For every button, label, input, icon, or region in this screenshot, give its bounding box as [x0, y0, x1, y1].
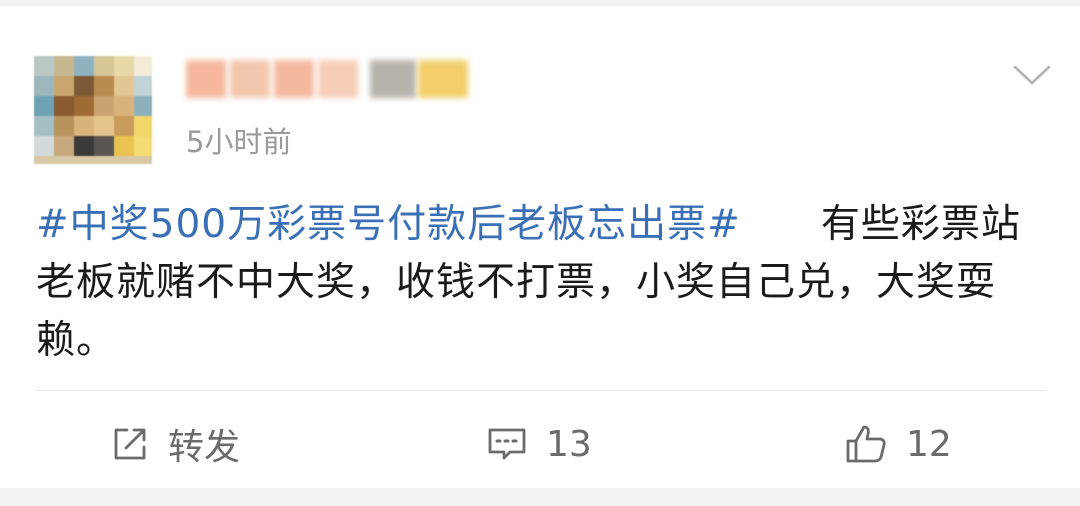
comment-button[interactable]: 13	[486, 418, 592, 470]
post-card: 5小时前 #中奖500万彩票号付款后老板忘出票# 有些彩票站老板就赌不中大奖，收…	[0, 6, 1080, 488]
divider	[36, 390, 1046, 391]
thumbs-up-icon	[846, 425, 886, 463]
comment-icon	[488, 428, 526, 460]
hashtag-link[interactable]: #中奖500万彩票号付款后老板忘出票#	[36, 202, 741, 247]
post-content: #中奖500万彩票号付款后老板忘出票# 有些彩票站老板就赌不中大奖，收钱不打票，…	[36, 196, 1026, 370]
post-time: 5小时前	[186, 125, 292, 159]
like-button[interactable]: 12	[844, 418, 952, 470]
repost-button[interactable]: 转发	[110, 418, 240, 470]
content-gap	[741, 202, 821, 247]
repost-label: 转发	[168, 427, 241, 468]
avatar[interactable]	[34, 56, 152, 164]
chevron-down-icon[interactable]	[1012, 62, 1052, 88]
comment-count: 13	[546, 423, 592, 465]
like-count: 12	[906, 423, 952, 465]
share-icon	[114, 428, 146, 460]
username[interactable]	[182, 60, 482, 100]
